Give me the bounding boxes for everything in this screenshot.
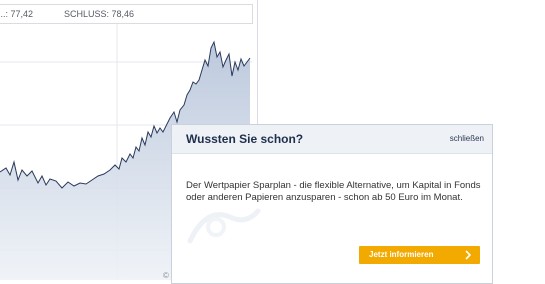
popup-body-text: Der Wertpapier Sparplan - die flexible A… [186, 180, 481, 203]
cta-button-label: Jetzt informieren [369, 250, 434, 259]
stat-close: SCHLUSS: 78,46 [64, 9, 135, 19]
cta-button[interactable]: Jetzt informieren [359, 246, 480, 264]
info-popup: Wussten Sie schon? schließen Der Wertpap… [171, 124, 493, 284]
stat-low: ...: 77,42 [0, 9, 34, 19]
popup-title: Wussten Sie schon? [186, 132, 304, 146]
chart-stats-bar: ...: 77,42 SCHLUSS: 78,46 [0, 4, 253, 24]
chart-copyright: © [163, 271, 169, 280]
chevron-right-icon [465, 250, 472, 260]
close-link[interactable]: schließen [450, 134, 484, 143]
popup-header: Wussten Sie schon? schließen [172, 125, 492, 154]
watermark-icon [187, 208, 261, 244]
